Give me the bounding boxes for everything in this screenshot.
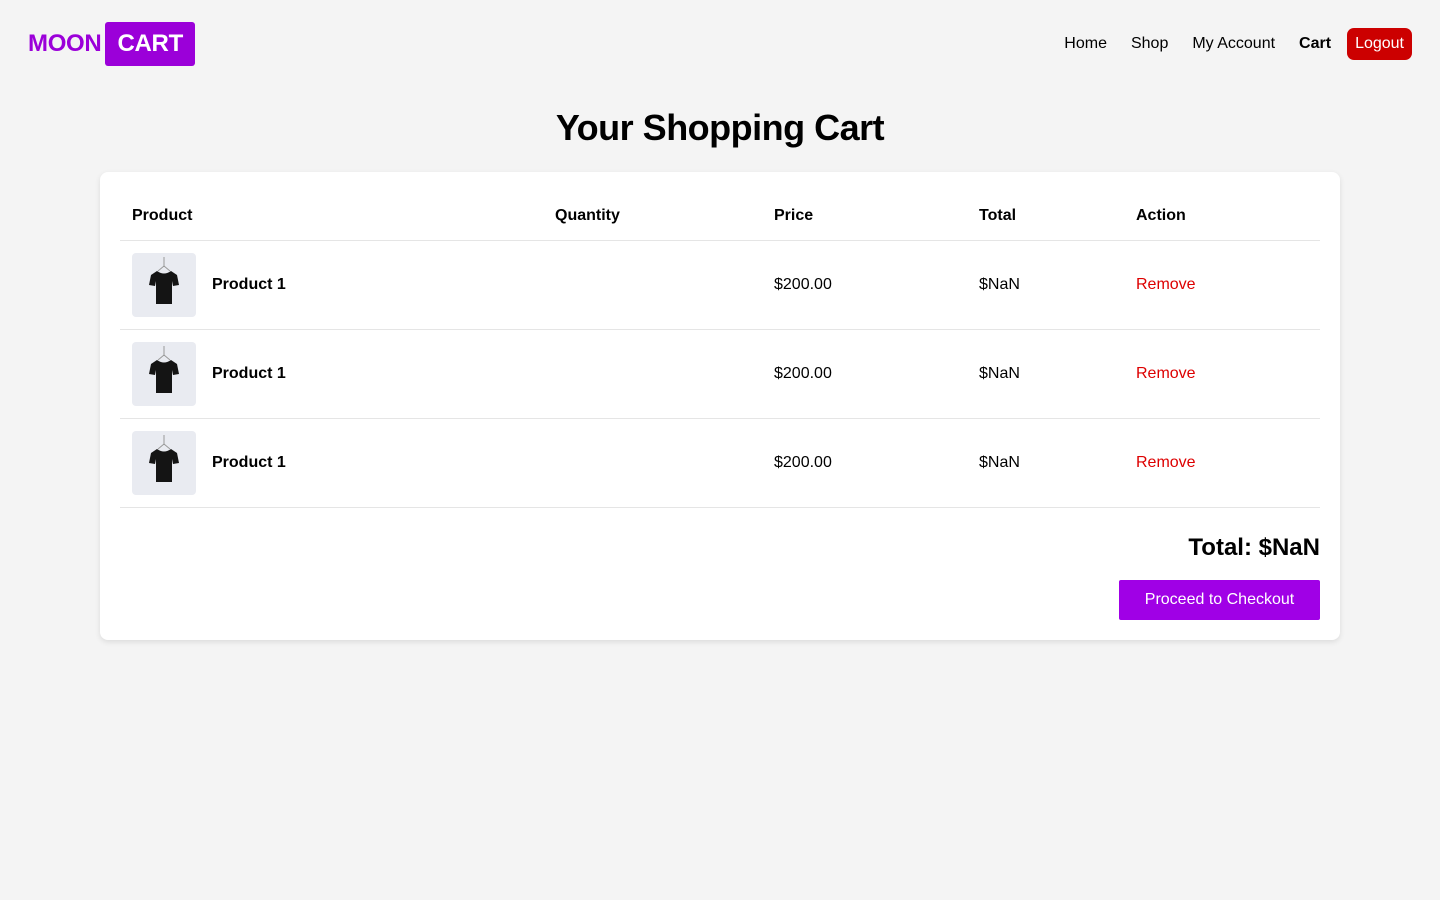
price-cell: $200.00	[762, 418, 967, 508]
remove-button[interactable]: Remove	[1136, 365, 1196, 382]
header-product: Product	[120, 192, 543, 241]
logout-button[interactable]: Logout	[1347, 28, 1412, 60]
tshirt-icon	[132, 430, 196, 495]
total-cell: $NaN	[967, 418, 1124, 508]
table-row: Product 1 $200.00 $NaN Remove	[120, 329, 1320, 419]
total-cell: $NaN	[967, 240, 1124, 330]
quantity-cell[interactable]	[543, 418, 762, 508]
page-title: Your Shopping Cart	[555, 107, 885, 148]
site-header: MOON CART Home Shop My Account Cart Logo…	[0, 0, 1440, 88]
table-row: Product 1 $200.00 $NaN Remove	[120, 240, 1320, 330]
product-name[interactable]: Product 1	[212, 454, 286, 472]
price-cell: $200.00	[762, 329, 967, 419]
quantity-cell[interactable]	[543, 329, 762, 419]
table-row: Product 1 $200.00 $NaN Remove	[120, 418, 1320, 508]
header-total: Total	[967, 192, 1124, 241]
logo[interactable]: MOON CART	[28, 22, 195, 66]
cart-card: Product Quantity Price Total Action Prod…	[100, 172, 1340, 640]
tshirt-icon	[132, 252, 196, 317]
header-quantity: Quantity	[543, 192, 762, 241]
remove-button[interactable]: Remove	[1136, 276, 1196, 293]
nav-cart-link[interactable]: Cart	[1299, 35, 1331, 53]
main-nav: Home Shop My Account Cart Logout	[1040, 28, 1412, 60]
product-name[interactable]: Product 1	[212, 276, 286, 294]
logo-cart-text: CART	[105, 22, 195, 66]
nav-home-link[interactable]: Home	[1064, 35, 1107, 53]
nav-my-account-link[interactable]: My Account	[1192, 35, 1275, 53]
remove-button[interactable]: Remove	[1136, 454, 1196, 471]
proceed-to-checkout-button[interactable]: Proceed to Checkout	[1119, 579, 1320, 620]
nav-shop-link[interactable]: Shop	[1131, 35, 1168, 53]
cart-summary: Total: $NaN Proceed to Checkout	[120, 533, 1320, 620]
header-action: Action	[1124, 192, 1320, 241]
cart-table: Product Quantity Price Total Action Prod…	[120, 192, 1320, 508]
table-header-row: Product Quantity Price Total Action	[120, 192, 1320, 241]
grand-total: Total: $NaN	[1188, 533, 1320, 561]
total-cell: $NaN	[967, 329, 1124, 419]
tshirt-icon	[132, 341, 196, 406]
header-price: Price	[762, 192, 967, 241]
price-cell: $200.00	[762, 240, 967, 330]
logo-moon-text: MOON	[28, 30, 102, 57]
quantity-cell[interactable]	[543, 240, 762, 330]
product-name[interactable]: Product 1	[212, 365, 286, 383]
